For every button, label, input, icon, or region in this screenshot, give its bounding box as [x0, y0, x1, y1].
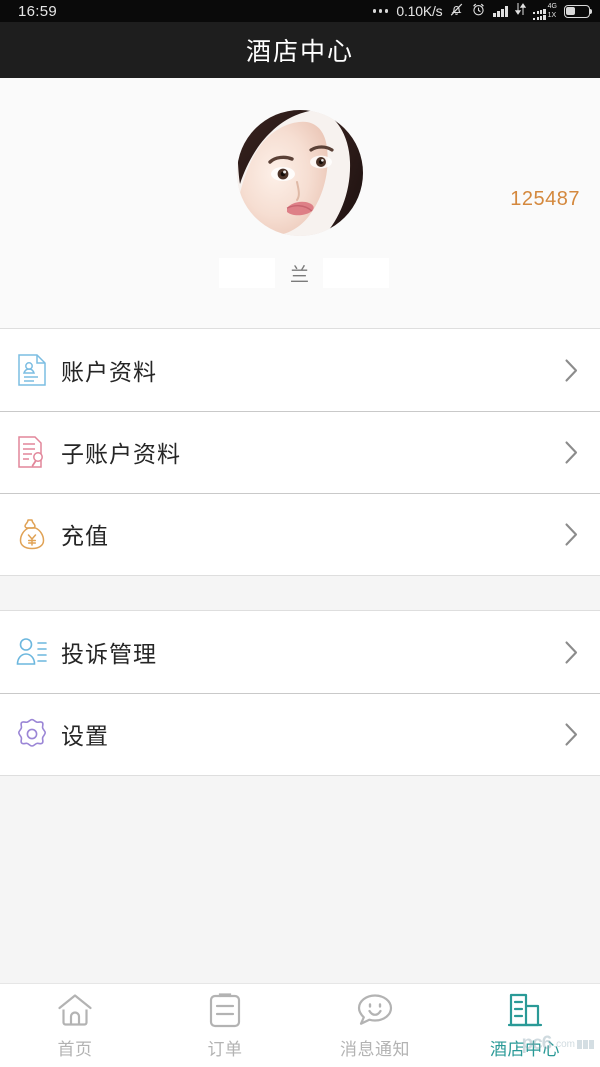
alarm-clock-icon [471, 2, 486, 21]
app-screen: 16:59 0.10K/s 4G 1X 酒店中心 125487 兰 账户资料 子… [0, 0, 600, 1067]
message-smiley-icon [356, 992, 394, 1028]
menu-item-settings[interactable]: 设置 [0, 693, 600, 775]
battery-icon [564, 4, 593, 18]
menu-item-label: 子账户资料 [61, 441, 181, 467]
content-spacer [0, 776, 600, 983]
menu-item-label: 设置 [61, 723, 109, 749]
mute-bell-icon [449, 2, 464, 21]
signal-bars-icon [493, 5, 509, 17]
status-bar-icons: 0.10K/s 4G 1X [372, 2, 593, 21]
points-balance[interactable]: 125487 [510, 188, 580, 211]
chevron-right-icon [565, 722, 578, 746]
home-icon [57, 992, 93, 1028]
tab-label: 酒店中心 [490, 1039, 560, 1059]
tab-label: 首页 [57, 1039, 93, 1059]
bottom-tab-bar: 首页 订单 消息通知 酒店中心 pc6 .com [0, 983, 600, 1067]
complaint-person-list-icon [15, 635, 49, 669]
menu-item-sub-account-info[interactable]: 子账户资料 [0, 411, 600, 493]
menu-group-one: 账户资料 子账户资料 充值 [0, 329, 600, 575]
tab-orders[interactable]: 订单 [150, 984, 300, 1067]
chevron-right-icon [565, 440, 578, 464]
sub-account-document-icon [15, 435, 49, 469]
account-document-icon [15, 353, 49, 387]
tab-home[interactable]: 首页 [0, 984, 150, 1067]
menu-item-complaint-management[interactable]: 投诉管理 [0, 611, 600, 693]
title-bar: 酒店中心 [0, 22, 600, 78]
menu-item-label: 投诉管理 [61, 641, 157, 667]
menu-item-account-info[interactable]: 账户资料 [0, 329, 600, 411]
tab-label: 订单 [207, 1039, 243, 1059]
tab-hotel-center[interactable]: 酒店中心 [450, 984, 600, 1067]
settings-gear-icon [15, 717, 49, 751]
menu-group-divider [0, 576, 600, 610]
username-label: 兰 [289, 264, 310, 286]
username-redaction-left [219, 258, 275, 288]
overflow-dots-icon [372, 9, 389, 13]
chevron-right-icon [565, 358, 578, 382]
data-transfer-icon [514, 2, 527, 20]
hotel-building-icon [507, 992, 543, 1028]
menu-item-label: 账户资料 [61, 359, 157, 385]
menu-item-label: 充值 [61, 523, 109, 549]
network-type-secondary: 1X [547, 12, 557, 19]
tab-notifications[interactable]: 消息通知 [300, 984, 450, 1067]
username-redaction-right [323, 258, 389, 288]
page-title: 酒店中心 [245, 38, 354, 66]
status-bar-time: 16:59 [18, 2, 58, 20]
avatar[interactable] [237, 110, 363, 236]
profile-section: 125487 兰 [0, 78, 600, 328]
money-bag-recharge-icon [15, 517, 49, 551]
clipboard-orders-icon [209, 992, 241, 1028]
status-bar: 16:59 0.10K/s 4G 1X [0, 0, 600, 22]
network-speed-label: 0.10K/s [396, 3, 443, 19]
dual-sim-signal-icon: 4G 1X [533, 2, 557, 20]
network-type-primary: 4G [547, 3, 557, 10]
username-field: 兰 [219, 258, 389, 288]
menu-group-two: 投诉管理 设置 [0, 611, 600, 775]
chevron-right-icon [565, 640, 578, 664]
menu-item-recharge[interactable]: 充值 [0, 493, 600, 575]
chevron-right-icon [565, 522, 578, 546]
tab-label: 消息通知 [340, 1039, 410, 1059]
